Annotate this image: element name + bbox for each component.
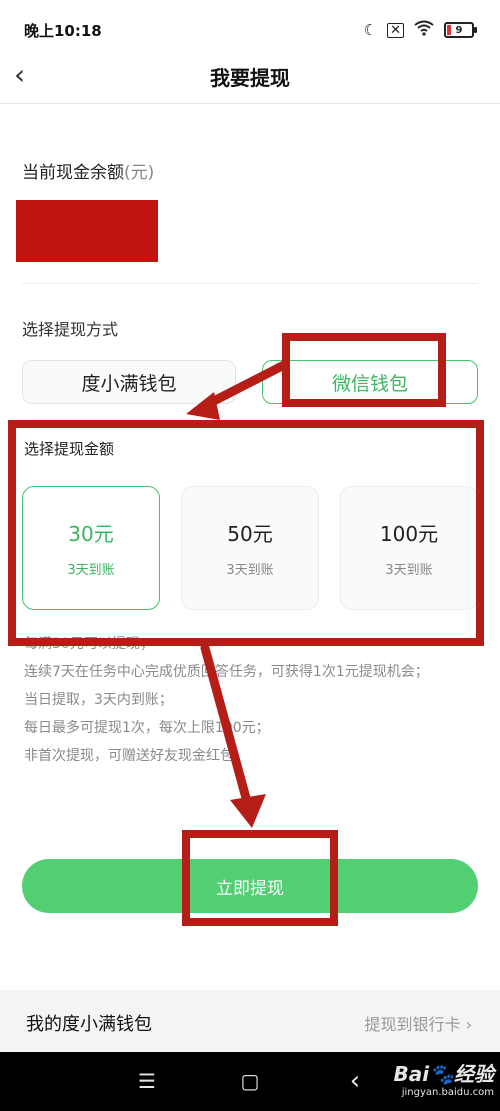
method-option-label: 度小满钱包 xyxy=(81,372,177,395)
method-label: 选择提现方式 xyxy=(22,320,119,339)
nav-back-icon[interactable]: ‹ xyxy=(340,1066,370,1096)
title-bar: ‹ 我要提现 xyxy=(0,56,500,104)
balance-label-text: 当前现金余额 xyxy=(22,163,124,183)
wifi-icon xyxy=(414,20,434,40)
divider xyxy=(22,283,478,284)
my-wallet-title: 我的度小满钱包 xyxy=(26,1014,152,1035)
sim-off-icon: ✕ xyxy=(387,22,404,38)
moon-icon: ☾ xyxy=(363,21,378,39)
menu-icon[interactable]: ☰ xyxy=(132,1066,162,1096)
rule-item: 每日最多可提现1次，每次上限100元； xyxy=(24,720,270,736)
withdraw-to-bank-link[interactable]: 提现到银行卡 › xyxy=(365,1011,473,1035)
annotation-box-amount xyxy=(8,420,484,646)
battery-level: 9 xyxy=(455,24,463,36)
balance-label: 当前现金余额(元) xyxy=(22,158,154,183)
balance-unit: (元) xyxy=(124,163,155,183)
watermark-url: jingyan.baidu.com xyxy=(401,1087,494,1098)
my-wallet-row[interactable]: 我的度小满钱包 提现到银行卡 › xyxy=(0,990,500,1052)
annotation-box-wechat xyxy=(282,333,446,407)
baidu-jingyan-watermark: Bai🐾经验 jingyan.baidu.com xyxy=(394,1058,495,1098)
home-icon[interactable]: ▢ xyxy=(235,1066,265,1096)
withdraw-rules: 每满30元可以提现； 连续7天在任务中心完成优质回答任务，可获得1次1元提现机会… xyxy=(24,630,484,770)
rule-item: 当日提取，3天内到账； xyxy=(24,692,173,708)
system-nav-bar: ☰ ▢ ‹ Bai🐾经验 jingyan.baidu.com xyxy=(0,1052,500,1111)
watermark-logo: Bai🐾经验 xyxy=(393,1062,495,1086)
rule-item: 非首次提现，可赠送好友现金红包 xyxy=(24,748,234,764)
status-time: 晚上10:18 xyxy=(24,22,102,40)
page-title: 我要提现 xyxy=(210,66,290,90)
method-option-duxiaoman[interactable]: 度小满钱包 xyxy=(22,360,236,404)
battery-icon: 9 xyxy=(444,22,477,38)
status-bar: 晚上10:18 ☾ ✕ 9 xyxy=(0,0,500,56)
rule-item: 连续7天在任务中心完成优质回答任务，可获得1次1元提现机会； xyxy=(24,664,429,680)
balance-redaction xyxy=(16,200,158,262)
annotation-box-submit xyxy=(182,830,338,926)
status-icons: ☾ ✕ 9 xyxy=(363,20,477,40)
